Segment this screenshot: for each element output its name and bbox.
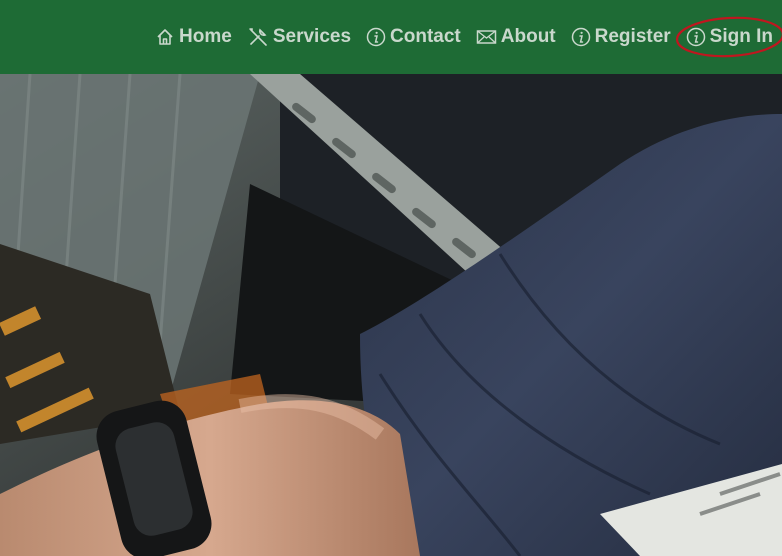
nav-signin-link[interactable]: Sign In xyxy=(675,16,782,58)
nav-register-label: Register xyxy=(594,26,671,47)
nav-register-link[interactable]: Register xyxy=(571,26,671,48)
nav-about-label: About xyxy=(500,26,556,47)
info-icon xyxy=(686,27,705,47)
hero-image xyxy=(0,74,782,556)
tools-icon xyxy=(249,28,267,46)
nav-contact-label: Contact xyxy=(390,26,461,47)
nav-home-label: Home xyxy=(179,26,232,47)
home-icon xyxy=(157,29,173,45)
nav-services-link[interactable]: Services xyxy=(247,26,351,48)
nav-signin-label: Sign In xyxy=(709,26,773,47)
nav-home-link[interactable]: Home xyxy=(155,26,232,48)
nav-about-link[interactable]: About xyxy=(476,26,556,48)
info-icon xyxy=(571,27,590,47)
info-icon xyxy=(366,27,386,47)
nav-contact-link[interactable]: Contact xyxy=(366,26,461,48)
hero-photo-illustration xyxy=(0,74,782,556)
top-navbar: Home Services Contact About Register Sig… xyxy=(0,0,782,74)
nav-services-label: Services xyxy=(272,26,352,47)
envelope-icon xyxy=(476,30,497,44)
